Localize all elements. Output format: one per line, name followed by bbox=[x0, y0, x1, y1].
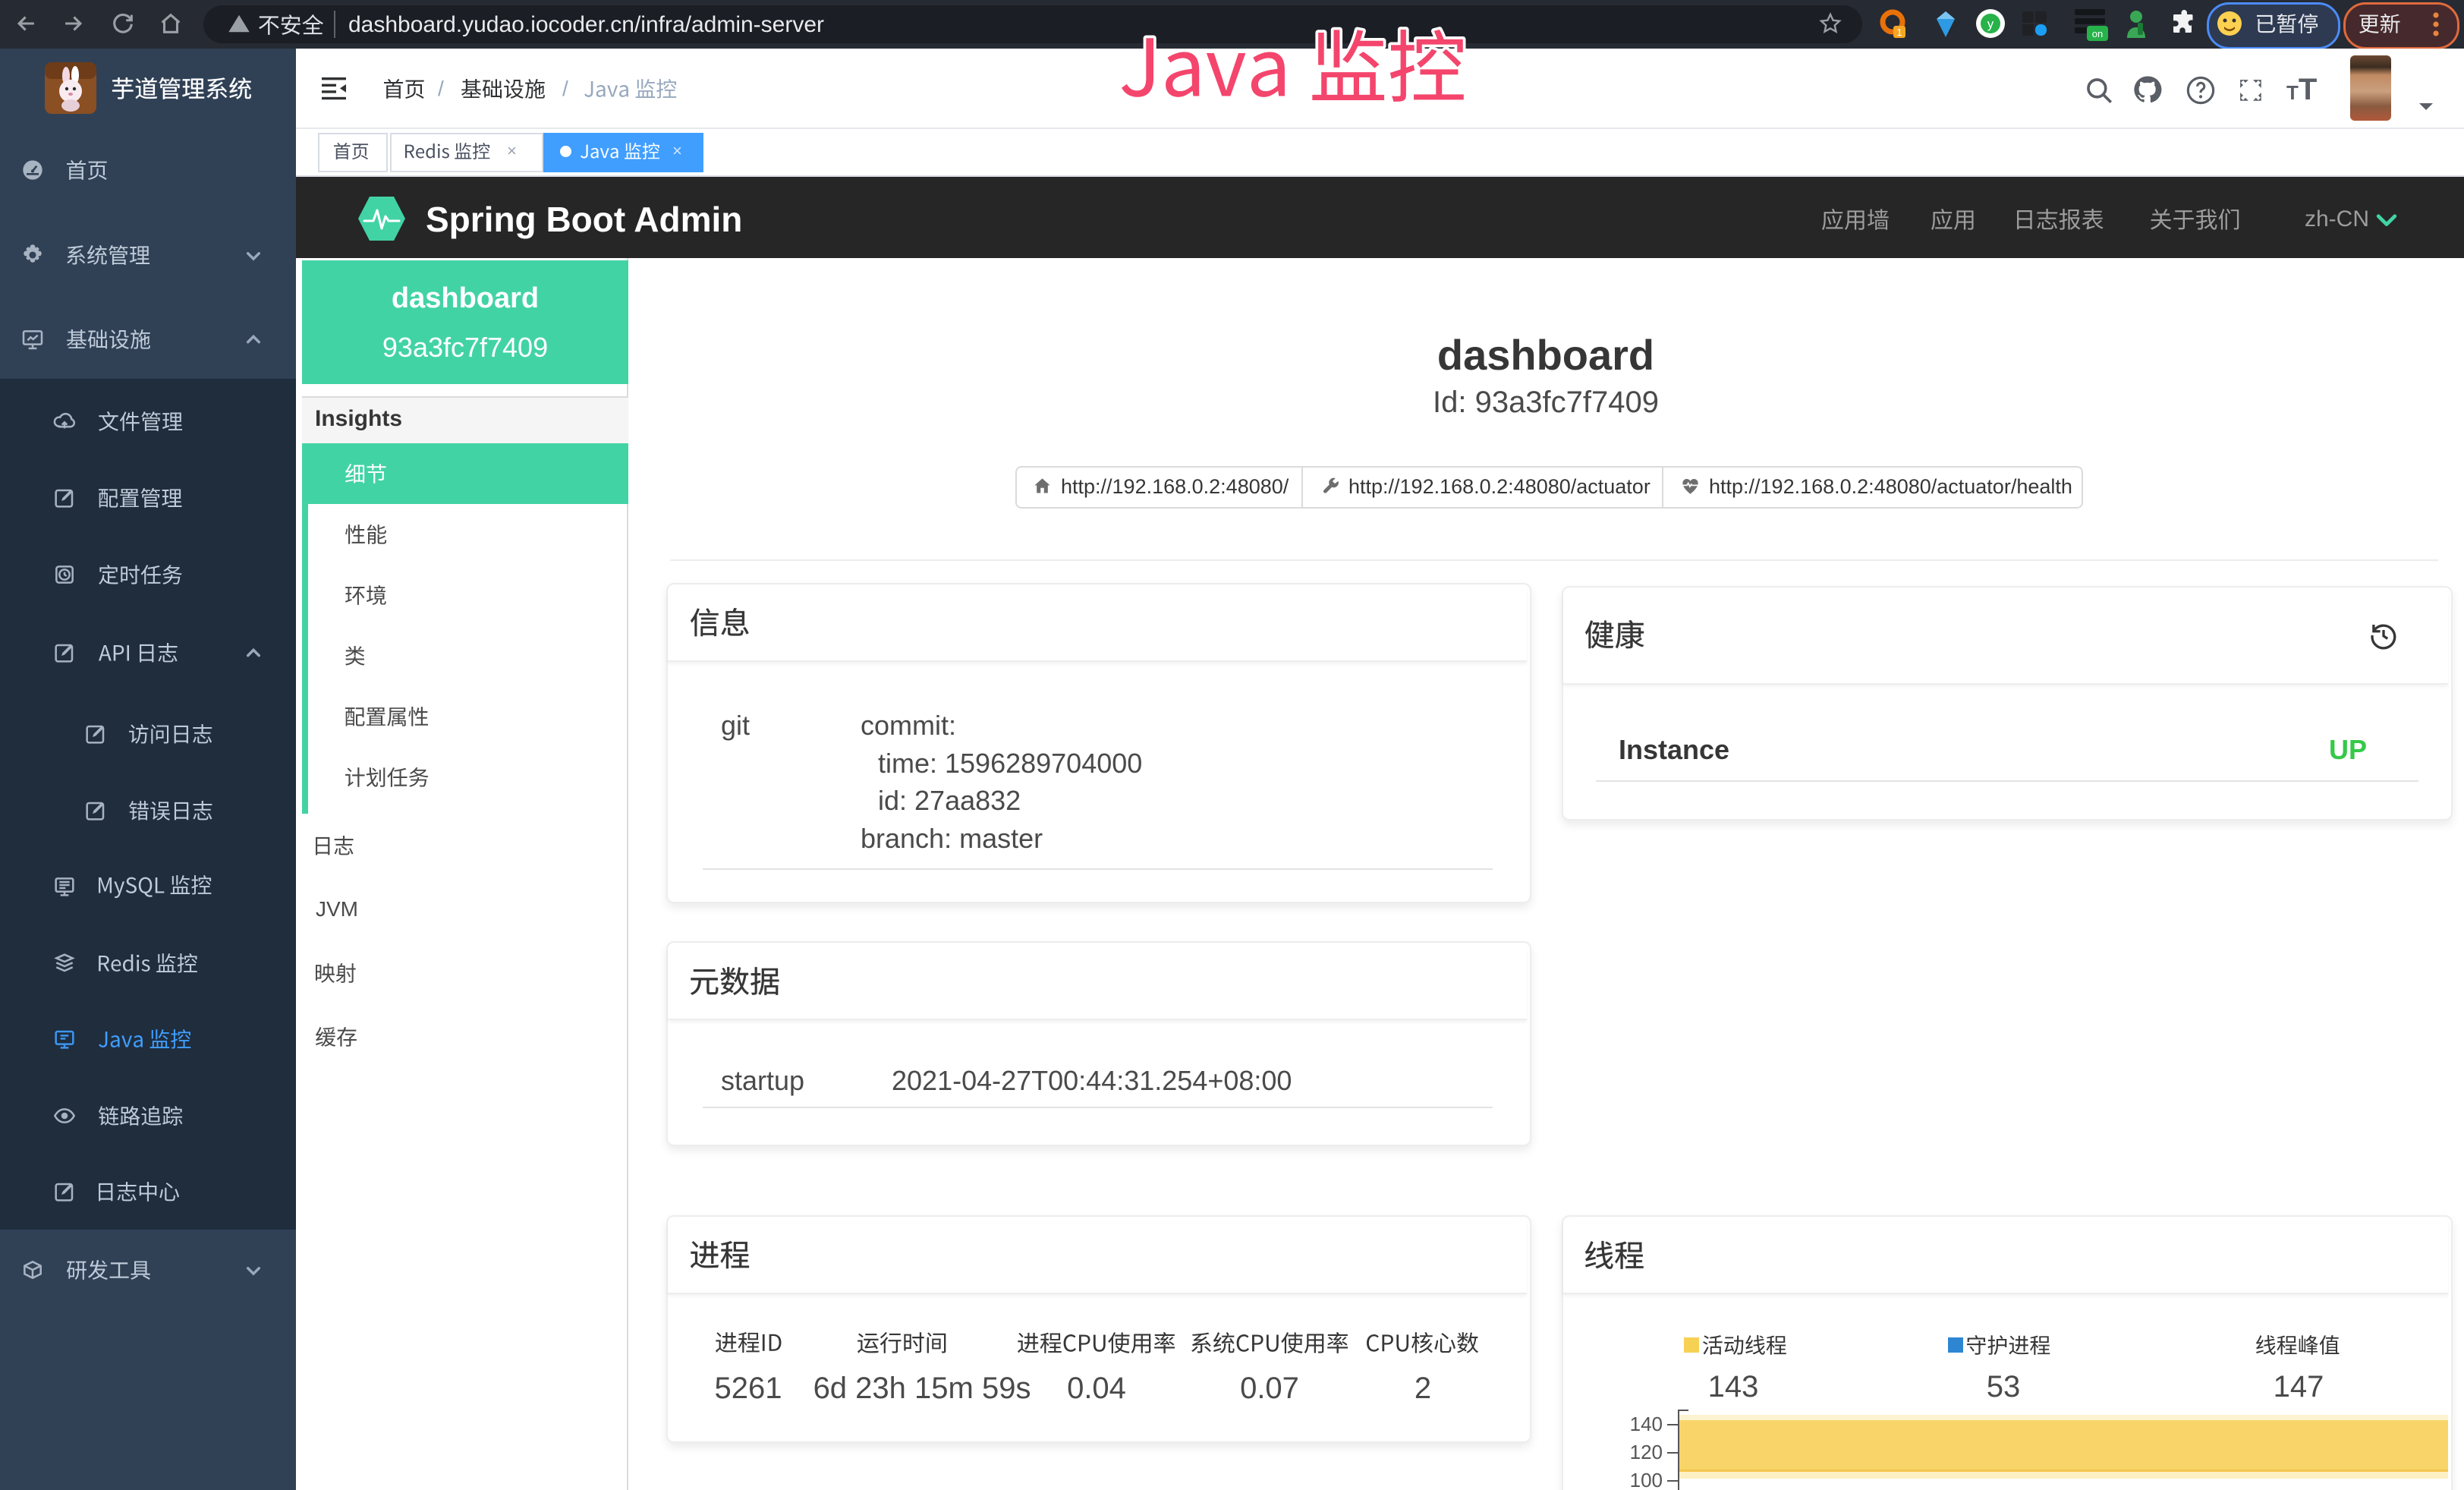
svg-text:on: on bbox=[2092, 28, 2103, 39]
svg-text:1: 1 bbox=[1896, 27, 1902, 38]
svg-text:y: y bbox=[1987, 17, 1994, 31]
